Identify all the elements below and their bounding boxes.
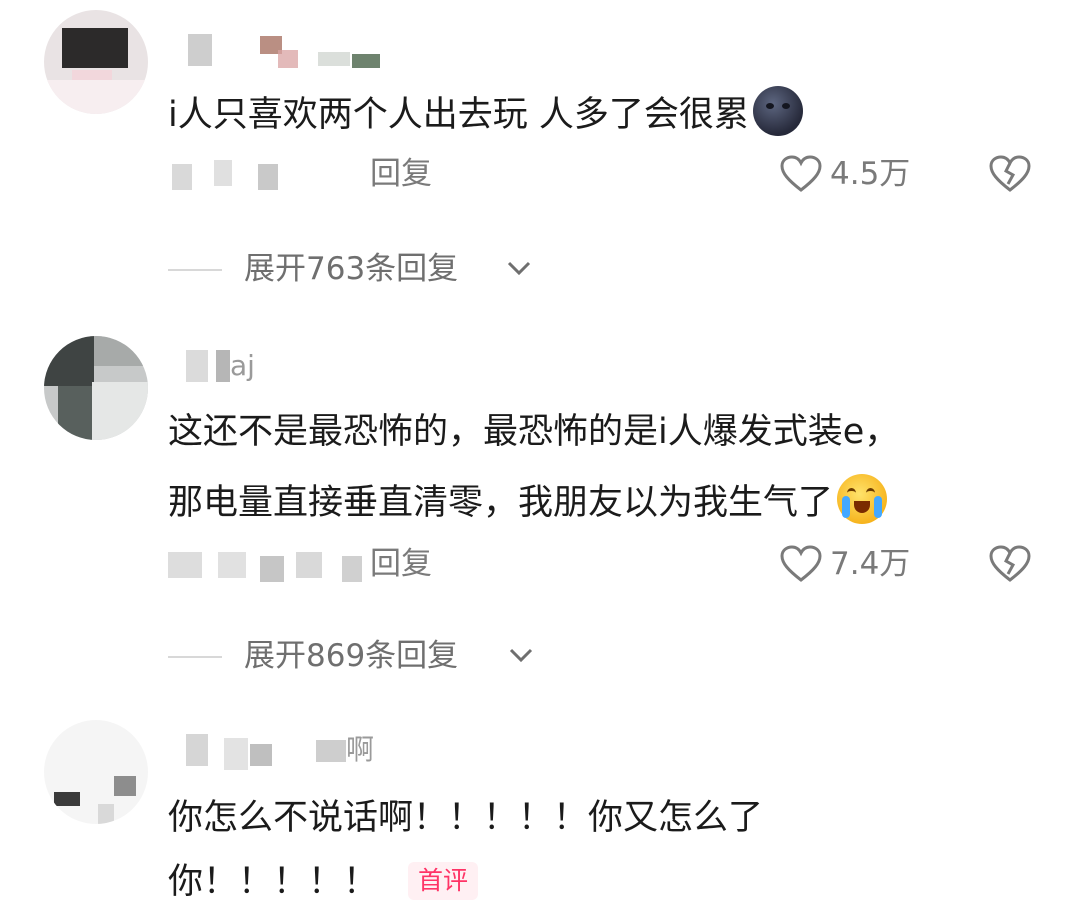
expand-replies-label: 展开869条回复	[244, 638, 459, 674]
reply-button[interactable]: 回复	[370, 152, 432, 196]
loudly-crying-face-icon	[837, 474, 888, 524]
username[interactable]	[168, 34, 398, 68]
username-suffix: aj	[230, 349, 255, 382]
comment-text: i人只喜欢两个人出去玩 人多了会很累	[168, 86, 803, 137]
comment-text: 你怎么不说话啊！！！！！你又怎么了	[168, 798, 764, 838]
avatar[interactable]	[44, 10, 148, 114]
dislike-button[interactable]	[988, 542, 1032, 586]
timestamp	[168, 550, 368, 582]
dislike-button[interactable]	[988, 152, 1032, 196]
expand-replies-button[interactable]: 展开763条回复	[0, 247, 1080, 291]
divider	[168, 656, 222, 658]
like-button[interactable]: 7.4万	[780, 542, 910, 586]
comment-actions: 回复 4.5万	[0, 152, 1080, 196]
chevron-down-icon	[507, 261, 531, 276]
username[interactable]: 啊	[168, 733, 398, 770]
avatar[interactable]	[44, 336, 148, 440]
expand-replies-label: 展开763条回复	[244, 251, 459, 287]
avatar[interactable]	[44, 720, 148, 824]
chevron-down-icon	[509, 648, 533, 663]
broken-heart-icon	[989, 545, 1031, 582]
expand-replies-button[interactable]: 展开869条回复	[0, 634, 1080, 678]
new-moon-face-icon	[752, 86, 803, 136]
comment-text-line-2: 你！！！！！ 首评	[168, 860, 479, 904]
username-suffix: 啊	[346, 733, 375, 766]
comment-actions: 回复 7.4万	[0, 542, 1080, 586]
comment-text: 这还不是最恐怖的，最恐怖的是i人爆发式装e，	[168, 412, 900, 452]
like-count: 4.5万	[830, 156, 911, 192]
heart-icon	[780, 155, 822, 192]
heart-icon	[780, 545, 822, 582]
like-button[interactable]: 4.5万	[780, 152, 910, 196]
like-count: 7.4万	[830, 546, 911, 582]
broken-heart-icon	[989, 155, 1031, 192]
reply-button[interactable]: 回复	[370, 542, 432, 586]
username[interactable]: aj	[168, 350, 288, 382]
timestamp	[172, 160, 302, 190]
divider	[168, 269, 222, 271]
first-comment-badge: 首评	[408, 862, 479, 900]
comment-text-line-2: 那电量直接垂直清零，我朋友以为我生气了	[168, 474, 888, 525]
